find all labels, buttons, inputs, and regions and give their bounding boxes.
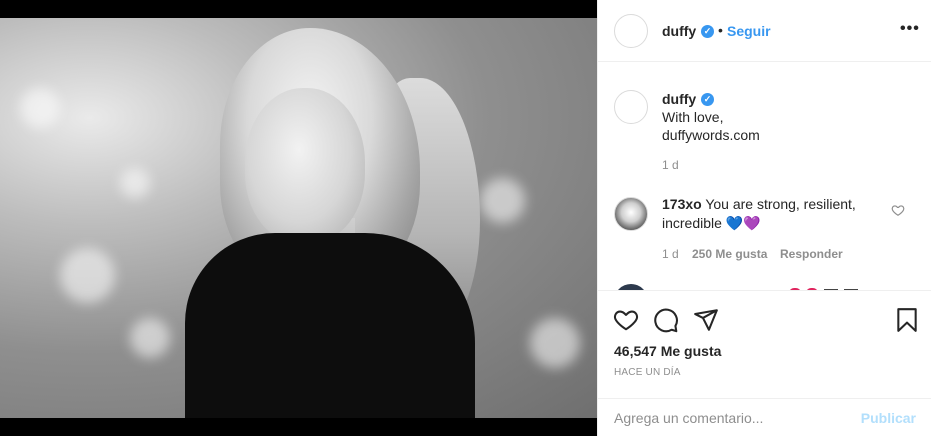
commenter-avatar[interactable] [614, 197, 648, 231]
bokeh-light [60, 248, 115, 303]
add-comment-bar: Publicar [598, 398, 931, 436]
post-details-panel: duffy ✓ • Seguir ••• duffy ✓ With love, … [597, 0, 931, 436]
post-timestamp[interactable]: HACE UN DÍA [614, 367, 681, 378]
header-username[interactable]: duffy [662, 23, 696, 39]
comment-text-line1: You are strong, resilient, [705, 196, 856, 212]
comment-age[interactable]: 1 d [662, 247, 679, 261]
comment-text-line2: incredible 💙💜 [662, 215, 761, 231]
photo-face [245, 88, 365, 243]
post-header: duffy ✓ • Seguir ••• [598, 0, 931, 62]
photo-shirt [185, 233, 475, 418]
reply-button[interactable]: Responder [780, 247, 843, 261]
bokeh-light [120, 168, 150, 198]
post-actions: 46,547 Me gusta HACE UN DÍA [598, 290, 931, 398]
post-photo[interactable] [0, 18, 597, 418]
caption-line: With love, [662, 109, 724, 125]
instagram-post-modal: duffy ✓ • Seguir ••• duffy ✓ With love, … [0, 0, 931, 436]
bokeh-light [20, 88, 60, 128]
caption-age[interactable]: 1 d [662, 158, 679, 172]
more-options-icon[interactable]: ••• [900, 20, 920, 38]
bookmark-icon[interactable] [894, 307, 920, 333]
comment-likes[interactable]: 250 Me gusta [692, 247, 767, 261]
publish-button[interactable]: Publicar [861, 410, 916, 426]
bokeh-light [480, 178, 525, 223]
comment-like-heart-icon[interactable] [891, 203, 905, 217]
verified-icon: ✓ [701, 25, 714, 38]
bokeh-light [530, 318, 580, 368]
bokeh-light [130, 318, 170, 358]
verified-icon: ✓ [701, 93, 714, 106]
avatar[interactable] [614, 14, 648, 48]
follow-button[interactable]: Seguir [727, 23, 771, 39]
separator-dot: • [718, 22, 723, 38]
comment-username[interactable]: 173xo [662, 196, 702, 212]
comments-list[interactable]: duffy ✓ With love, duffywords.com 1 d 17… [598, 62, 931, 290]
comment-icon[interactable] [653, 307, 679, 333]
caption-username[interactable]: duffy [662, 91, 696, 107]
share-icon[interactable] [693, 307, 719, 333]
avatar[interactable] [614, 90, 648, 124]
comment-body: 173xo You are strong, resilient, [662, 195, 892, 214]
comment-input[interactable] [614, 409, 854, 427]
likes-count[interactable]: 46,547 Me gusta [614, 343, 721, 359]
caption-link[interactable]: duffywords.com [662, 126, 760, 145]
heart-icon[interactable] [613, 307, 639, 333]
